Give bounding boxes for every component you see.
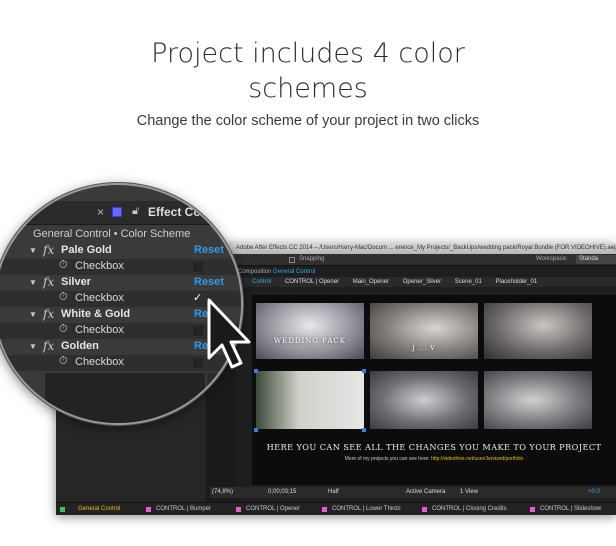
composition-tab[interactable]: Composition General Control	[238, 267, 315, 277]
layer-handle[interactable]	[362, 428, 366, 432]
checkbox-label: Checkbox	[75, 324, 124, 336]
viewer-subtext-label: More of my projects you can see here:	[344, 456, 430, 462]
timecode[interactable]: 0;00;03;15	[268, 487, 296, 498]
stopwatch-icon[interactable]: ⏱︎	[59, 323, 68, 336]
disclosure-triangle-icon[interactable]: ▼	[29, 342, 37, 351]
breadcrumb: Control CONTROL | Opener Main_Opener Ope…	[238, 277, 616, 287]
panel-tab-bar: ject × 🔓︎ Effect Contr	[0, 201, 241, 225]
mouse-cursor-icon	[207, 298, 251, 369]
breadcrumb-item[interactable]: Opener_Silver	[397, 277, 447, 287]
timeline-tab-lower-thirds[interactable]: CONTROL | Lower Thirds	[332, 503, 401, 515]
preview-thumbnail	[370, 371, 478, 429]
preview-thumbnail	[484, 303, 592, 359]
label-color-swatch	[322, 507, 327, 512]
preview-thumbnail: J ... V	[370, 303, 478, 359]
effect-controls-path: General Control • Color Scheme	[33, 228, 191, 240]
thumbnail-caption: J ... V	[412, 345, 436, 352]
disclosure-triangle-icon[interactable]: ▼	[29, 246, 37, 255]
stopwatch-icon[interactable]: ⏱︎	[59, 291, 68, 304]
label-color-swatch	[146, 507, 151, 512]
fx-icon[interactable]: fx	[43, 275, 54, 289]
checkbox-label: Checkbox	[75, 356, 124, 368]
layer-handle[interactable]	[254, 369, 258, 373]
layer-handle[interactable]	[362, 369, 366, 373]
checkbox-white-gold[interactable]	[193, 326, 203, 336]
timeline-tab-slideshow[interactable]: CONTROL | Slideshow	[540, 503, 601, 515]
timeline-tab-bumper[interactable]: CONTROL | Bumper	[156, 503, 211, 515]
composition-viewer[interactable]: WEDDING PACK J ... V HERE YOU CAN SEE AL…	[252, 295, 616, 485]
workspace-select[interactable]: Standa	[576, 255, 616, 264]
fx-icon[interactable]: fx	[43, 339, 54, 353]
zoom-select[interactable]: (74,8%)	[212, 487, 233, 498]
stopwatch-icon[interactable]: ⏱︎	[59, 355, 68, 368]
composition-tab-active: General Control	[273, 269, 316, 275]
label-color-swatch	[236, 507, 241, 512]
layer-handle[interactable]	[254, 428, 258, 432]
breadcrumb-item[interactable]: CONTROL | Opener	[279, 277, 345, 287]
snapping-checkbox[interactable]	[289, 257, 295, 263]
viewer-toolbar: (74,8%) 0;00;03;15 Half Active Camera 1 …	[210, 487, 616, 498]
checkbox-row-pale-gold: ⏱︎ Checkbox	[0, 259, 241, 275]
effect-controls-tab[interactable]: Effect Contr	[148, 205, 217, 219]
preview-thumbnail	[256, 371, 364, 429]
effect-name: White & Gold	[61, 308, 131, 320]
lock-icon[interactable]: 🔓︎	[132, 205, 139, 218]
headline: Project includes 4 color schemes	[0, 36, 616, 106]
portfolio-link[interactable]: http://videohive.net/user/Jervized/portf…	[431, 456, 523, 462]
breadcrumb-item[interactable]: Main_Opener	[347, 277, 395, 287]
reset-button[interactable]: Reset	[194, 244, 224, 256]
composition-tab-prefix: Composition	[238, 269, 272, 275]
disclosure-triangle-icon[interactable]: ▼	[29, 310, 37, 319]
timeline-tabs: General Control CONTROL | Bumper CONTROL…	[56, 502, 616, 515]
label-color-swatch	[530, 507, 535, 512]
effect-name: Silver	[61, 276, 91, 288]
preview-thumbnail: WEDDING PACK	[256, 303, 364, 359]
fx-icon[interactable]: fx	[43, 243, 54, 257]
empty-panel-area	[207, 373, 241, 423]
promo-stage: Project includes 4 color schemes Change …	[0, 0, 616, 546]
headline-line-1: Project includes 4 color	[151, 38, 465, 69]
fx-icon[interactable]: fx	[43, 307, 54, 321]
viewer-subtext: More of my projects you can see here: ht…	[252, 456, 616, 462]
timeline-tab-closing-credits[interactable]: CONTROL | Closing Credits	[432, 503, 507, 515]
effect-row-silver[interactable]: ▼ fx Silver Reset	[0, 275, 241, 291]
timeline-tab-general-control[interactable]: General Control	[78, 503, 120, 515]
view-layout-select[interactable]: 1 View	[460, 487, 478, 498]
project-tab[interactable]: ject	[17, 205, 36, 219]
close-icon[interactable]: ×	[97, 205, 104, 219]
checkbox-pale-gold[interactable]	[193, 262, 203, 272]
empty-panel-area	[45, 373, 205, 423]
breadcrumb-item[interactable]: Placeholder_01	[489, 277, 543, 287]
headline-line-2: schemes	[248, 73, 368, 104]
effect-row-pale-gold[interactable]: ▼ fx Pale Gold Reset	[0, 243, 241, 259]
thumbnail-caption: WEDDING PACK	[274, 337, 346, 345]
label-color-swatch	[422, 507, 427, 512]
checkbox-label: Checkbox	[75, 292, 124, 304]
layer-color-icon	[112, 207, 122, 217]
effect-name: Golden	[61, 340, 99, 352]
preview-thumbnail	[484, 371, 592, 429]
camera-select[interactable]: Active Camera	[406, 487, 445, 498]
checkbox-silver-checked[interactable]: ✓	[193, 291, 202, 304]
stopwatch-icon[interactable]: ⏱︎	[59, 259, 68, 272]
checkbox-label: Checkbox	[75, 260, 124, 272]
reset-button[interactable]: Reset	[194, 276, 224, 288]
effect-name: Pale Gold	[61, 244, 112, 256]
breadcrumb-item[interactable]: Control	[238, 277, 277, 287]
disclosure-triangle-icon[interactable]: ▼	[29, 278, 37, 287]
snapping-label: Snapping	[299, 256, 325, 262]
checkbox-golden[interactable]	[193, 358, 203, 368]
subheadline: Change the color scheme of your project …	[136, 113, 480, 129]
timeline-tab-opener[interactable]: CONTROL | Opener	[246, 503, 300, 515]
viewer-headline: HERE YOU CAN SEE ALL THE CHANGES YOU MAK…	[266, 442, 602, 452]
resolution-select[interactable]: Half	[328, 487, 339, 498]
exposure-value[interactable]: +0.0	[588, 487, 600, 498]
workspace-label: Workspace:	[536, 256, 568, 262]
label-color-swatch	[60, 507, 65, 512]
breadcrumb-item[interactable]: Scene_01	[449, 277, 488, 287]
